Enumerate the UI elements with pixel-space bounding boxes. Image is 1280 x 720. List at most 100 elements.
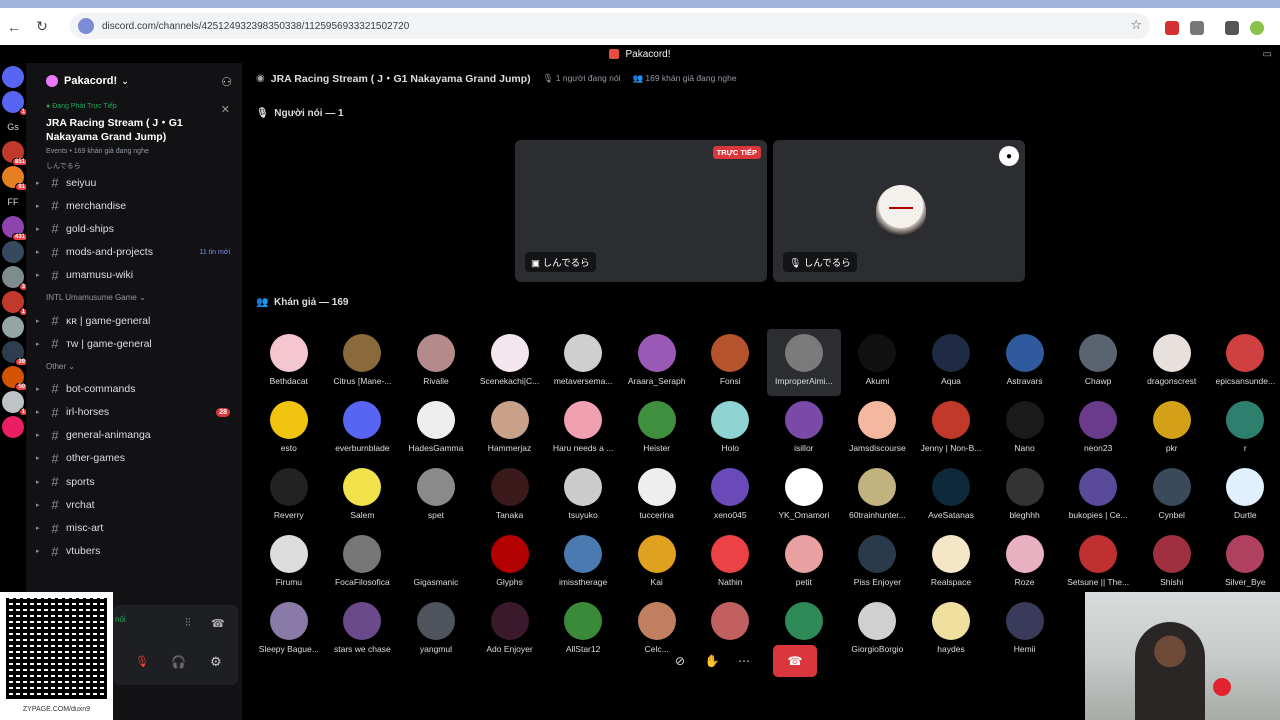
audience-member[interactable]: Heister — [620, 396, 694, 463]
audience-member[interactable]: dragonscrest — [1135, 329, 1209, 396]
audience-member[interactable]: Hammerjaz — [473, 396, 547, 463]
channel-item[interactable]: ▸ # seiyuu — [26, 171, 242, 194]
channel-item[interactable]: ▸ # irl-horses 28 — [26, 401, 242, 424]
category-intl[interactable]: INTL Umamusume Game ⌄ — [26, 287, 242, 309]
audience-member[interactable]: Shishi — [1135, 530, 1209, 597]
server-icon[interactable]: 1 — [2, 391, 26, 416]
audience-member[interactable]: Reverry — [252, 463, 326, 530]
channel-item[interactable]: ▸ # bot-commands — [26, 377, 242, 400]
audience-member[interactable]: petit — [767, 530, 841, 597]
back-icon[interactable]: ← — [0, 19, 28, 35]
audience-member[interactable]: Bethdacat — [252, 329, 326, 396]
channel-item[interactable]: ▸ # general-animanga — [26, 424, 242, 447]
server-icon[interactable] — [2, 66, 24, 88]
audience-member[interactable]: Glyphs — [473, 530, 547, 597]
audience-member[interactable]: Kai — [620, 530, 694, 597]
audience-member[interactable]: Salem — [326, 463, 400, 530]
audience-member[interactable]: esto — [252, 396, 326, 463]
extensions-puzzle-icon[interactable] — [1190, 21, 1204, 35]
audience-member[interactable]: Nathin — [693, 530, 767, 597]
audience-member[interactable]: Tanaka — [473, 463, 547, 530]
audience-member[interactable]: Firumu — [252, 530, 326, 597]
audience-member[interactable]: AllStar12 — [546, 597, 620, 664]
audience-member[interactable]: neon23 — [1061, 396, 1135, 463]
server-icon[interactable]: 3 — [2, 266, 26, 291]
audience-member[interactable]: yangmul — [399, 597, 473, 664]
invite-people-icon[interactable]: ⚇ — [221, 75, 232, 89]
audience-member[interactable]: Araara_Seraph — [620, 329, 694, 396]
audience-member[interactable]: Ado Enjoyer — [473, 597, 547, 664]
audience-member[interactable]: Fonsi — [693, 329, 767, 396]
extension-icon[interactable] — [1165, 21, 1179, 35]
server-icon[interactable]: FF — [2, 191, 24, 213]
live-event-card[interactable]: ● Đang Phát Trực Tiếp ✕ JRA Racing Strea… — [26, 99, 242, 171]
audience-member[interactable]: bukopies | Ce... — [1061, 463, 1135, 530]
server-icon[interactable]: 1 — [2, 291, 26, 316]
channel-item[interactable]: ▸ # merchandise — [26, 194, 242, 217]
audience-member[interactable]: Sleepy Bague... — [252, 597, 326, 664]
reload-icon[interactable]: ↻ — [28, 18, 56, 35]
audience-member[interactable]: pkr — [1135, 396, 1209, 463]
channel-item[interactable]: ▸ # misc-art — [26, 516, 242, 539]
audience-member[interactable]: 60trainhunter... — [841, 463, 915, 530]
inbox-icon[interactable]: ▭ — [1263, 49, 1272, 60]
toggle-video-icon[interactable]: ⊘ — [664, 654, 696, 668]
leave-stage-button[interactable]: ☎ — [773, 645, 817, 677]
profile-avatar-icon[interactable] — [1250, 21, 1264, 35]
address-bar[interactable]: discord.com/channels/425124932398350338/… — [70, 13, 1150, 39]
server-header[interactable]: Pakacord! ⌄ ⚇ — [26, 63, 242, 99]
audience-member[interactable]: metaversema... — [546, 329, 620, 396]
audience-member[interactable]: spet — [399, 463, 473, 530]
audience-member[interactable]: Gigasmanic — [399, 530, 473, 597]
server-icon[interactable] — [2, 316, 24, 338]
channel-item[interactable]: ▸ # gold-ships — [26, 217, 242, 240]
server-icon[interactable]: 431 — [2, 216, 26, 241]
server-icon[interactable] — [2, 241, 24, 263]
audience-member[interactable]: Haru needs a ... — [546, 396, 620, 463]
audience-member[interactable]: GiorgioBorgio — [841, 597, 915, 664]
camera-icon[interactable]: ● — [999, 146, 1019, 166]
site-info-icon[interactable] — [78, 18, 94, 34]
server-icon[interactable]: 91 — [2, 166, 26, 191]
speaker-tile[interactable]: ● 🎙 しんでるら — [773, 140, 1025, 282]
channel-item[interactable]: ▸ # other-games — [26, 447, 242, 470]
channel-item[interactable]: ▸ # ᴛᴡ | game-general — [26, 332, 242, 355]
server-icon[interactable] — [2, 416, 24, 438]
audience-member[interactable]: haydes — [914, 597, 988, 664]
audience-member[interactable]: Realspace — [914, 530, 988, 597]
audience-member[interactable]: Silver_Bye — [1209, 530, 1280, 597]
audience-member[interactable]: Scenekachi|C... — [473, 329, 547, 396]
audience-member[interactable]: Setsune || The... — [1061, 530, 1135, 597]
audience-member[interactable]: Aqua — [914, 329, 988, 396]
channel-item[interactable]: ▸ # vtubers — [26, 540, 242, 563]
noise-suppression-icon[interactable]: ⫶⫶ — [185, 617, 191, 630]
more-options-icon[interactable]: ⋯ — [728, 654, 760, 668]
audience-member[interactable]: Astravars — [988, 329, 1062, 396]
audience-member[interactable]: epicsansunde... — [1209, 329, 1280, 396]
audience-member[interactable]: HadesGamma — [399, 396, 473, 463]
audience-member[interactable]: Jamsdiscourse — [841, 396, 915, 463]
audience-member[interactable]: Holo — [693, 396, 767, 463]
audience-member[interactable]: xeno045 — [693, 463, 767, 530]
audience-member[interactable]: ImproperAimi... — [767, 329, 841, 396]
settings-gear-icon[interactable]: ⚙ — [210, 654, 222, 670]
audience-member[interactable]: Hemii — [988, 597, 1062, 664]
channel-item[interactable]: ▸ # vrchat — [26, 493, 242, 516]
audience-member[interactable]: Cynbel — [1135, 463, 1209, 530]
audience-member[interactable]: imisstherage — [546, 530, 620, 597]
server-icon[interactable]: 39 — [2, 341, 26, 366]
channel-item[interactable]: ▸ # mods-and-projects 11 tin mới — [26, 241, 242, 264]
audience-member[interactable]: Durtle — [1209, 463, 1280, 530]
audience-member[interactable]: Nano — [988, 396, 1062, 463]
server-icon[interactable]: 851 — [2, 141, 26, 166]
audience-member[interactable]: tsuyuko — [546, 463, 620, 530]
category-other[interactable]: Other ⌄ — [26, 355, 242, 377]
audience-member[interactable]: r — [1209, 396, 1280, 463]
audience-member[interactable]: YK_Omamori — [767, 463, 841, 530]
audience-member[interactable]: stars we chase — [326, 597, 400, 664]
media-control-icon[interactable] — [1225, 21, 1239, 35]
audience-member[interactable]: Chawp — [1061, 329, 1135, 396]
audience-member[interactable]: bleghhh — [988, 463, 1062, 530]
server-icon[interactable]: 1 — [2, 91, 26, 116]
audience-member[interactable]: Jenny | Non-B... — [914, 396, 988, 463]
